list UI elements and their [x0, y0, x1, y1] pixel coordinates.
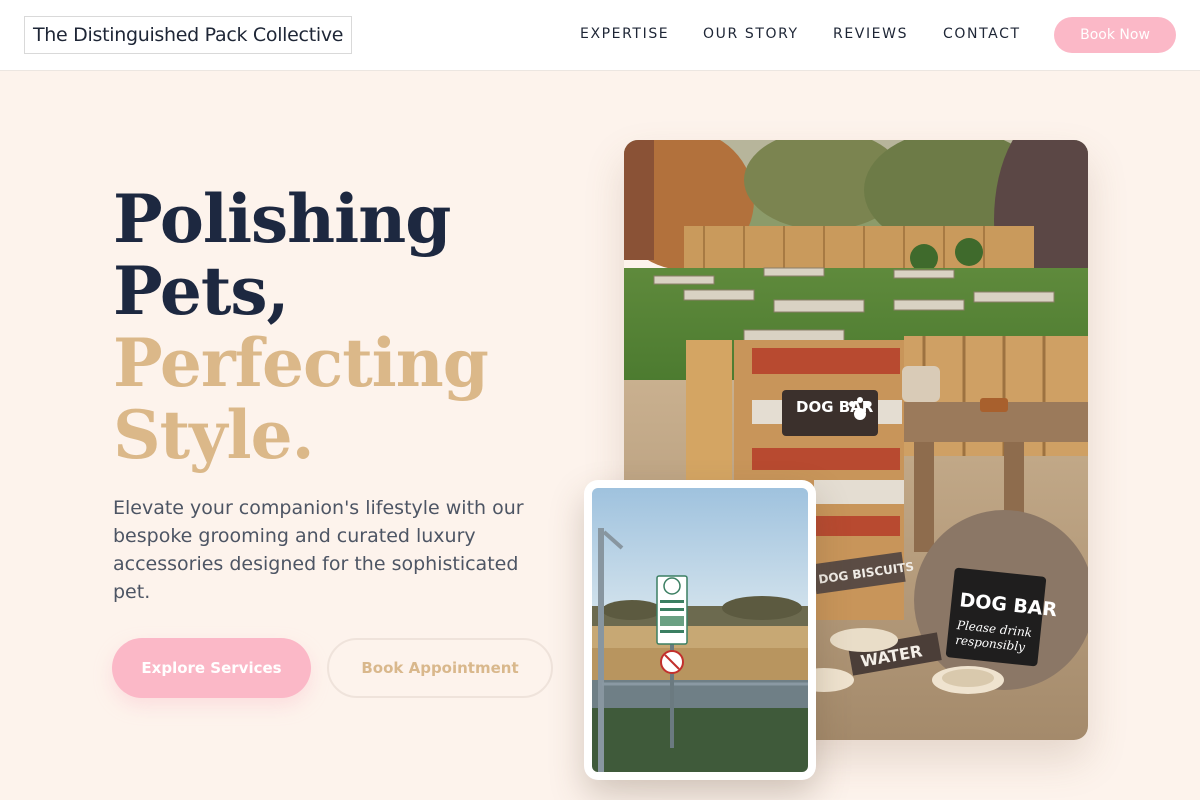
headline-line-1: Polishing — [113, 180, 451, 258]
secondary-photo-field — [592, 488, 808, 772]
nav-our-story[interactable]: OUR STORY — [703, 26, 799, 42]
hero-headline: Polishing Pets, Perfecting Style. — [113, 180, 489, 474]
secondary-photo-card — [584, 480, 816, 780]
hero-description: Elevate your companion's lifestyle with … — [113, 497, 524, 603]
headline-line-4: Style. — [113, 396, 315, 474]
headline-line-3: Perfecting — [113, 324, 489, 402]
book-appointment-button[interactable]: Book Appointment — [327, 638, 553, 698]
nav-contact[interactable]: CONTACT — [943, 26, 1021, 42]
nav-expertise[interactable]: EXPERTISE — [580, 26, 669, 42]
book-now-button[interactable]: Book Now — [1054, 17, 1176, 53]
paw-print-icon — [854, 408, 866, 420]
nav-reviews[interactable]: REVIEWS — [833, 26, 908, 42]
field-sign-illustration — [592, 488, 808, 772]
site-header: The Distinguished Pack Collective EXPERT… — [0, 0, 1200, 71]
headline-line-2: Pets, — [113, 252, 289, 330]
brand-logo[interactable]: The Distinguished Pack Collective — [24, 16, 353, 54]
explore-services-button[interactable]: Explore Services — [112, 638, 311, 698]
